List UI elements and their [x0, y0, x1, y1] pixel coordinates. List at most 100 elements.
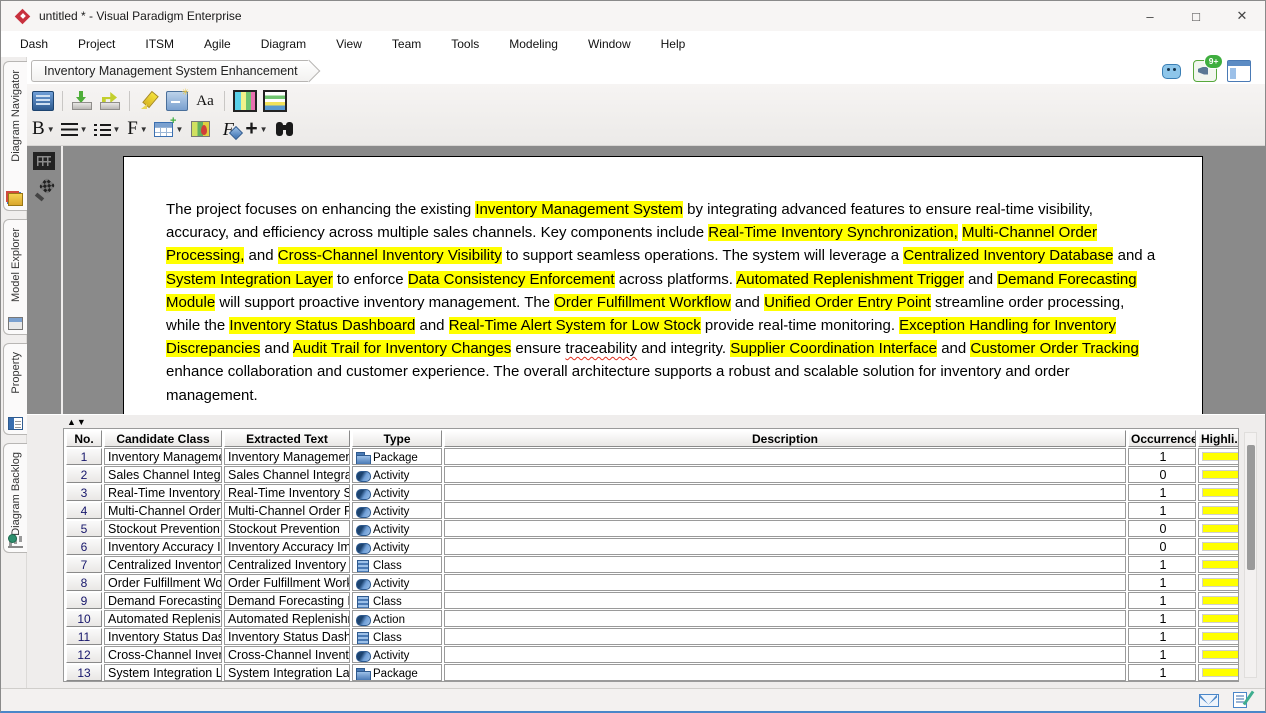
- add-candidate-button[interactable]: +▼: [243, 116, 269, 142]
- menu-item-dash[interactable]: Dash: [5, 33, 63, 55]
- highlight-color-button[interactable]: [187, 116, 213, 142]
- scrollbar-thumb[interactable]: [1247, 445, 1255, 570]
- occurrence-cell[interactable]: 1: [1128, 556, 1196, 573]
- bold-button[interactable]: B▼: [30, 116, 57, 142]
- candidate-class-cell[interactable]: System Integration Layer: [104, 664, 222, 681]
- table-row[interactable]: 2Sales Channel IntegrationSales Channel …: [66, 466, 1239, 483]
- table-row[interactable]: 8Order Fulfillment WorkflowOrder Fulfill…: [66, 574, 1239, 591]
- description-cell[interactable]: [444, 556, 1126, 573]
- table-row[interactable]: 13System Integration LayerSystem Integra…: [66, 664, 1239, 681]
- table-row[interactable]: 10Automated Replenishment TriggerAutomat…: [66, 610, 1239, 627]
- candidate-class-cell[interactable]: Order Fulfillment Workflow: [104, 574, 222, 591]
- row-number-cell[interactable]: 6: [66, 538, 102, 555]
- clear-highlight-button[interactable]: [164, 88, 190, 114]
- occurrence-cell[interactable]: 1: [1128, 502, 1196, 519]
- column-header[interactable]: Type: [352, 430, 442, 447]
- column-header[interactable]: Occurrence: [1128, 430, 1196, 447]
- menu-item-itsm[interactable]: ITSM: [130, 33, 189, 55]
- type-cell[interactable]: Activity: [352, 484, 442, 501]
- occurrence-cell[interactable]: 1: [1128, 628, 1196, 645]
- import-button[interactable]: [69, 88, 95, 114]
- description-cell[interactable]: [444, 574, 1126, 591]
- table-row[interactable]: 3Real-Time Inventory SynchronizationReal…: [66, 484, 1239, 501]
- row-number-cell[interactable]: 9: [66, 592, 102, 609]
- highlight-color-cell[interactable]: [1198, 520, 1239, 537]
- type-cell[interactable]: Class: [352, 592, 442, 609]
- type-cell[interactable]: Activity: [352, 520, 442, 537]
- vertical-scrollbar[interactable]: [1244, 432, 1257, 678]
- announcements-icon[interactable]: 9+: [1193, 60, 1217, 82]
- highlighter-stamp-icon[interactable]: [34, 180, 54, 200]
- highlight-color-cell[interactable]: [1198, 646, 1239, 663]
- description-cell[interactable]: [444, 592, 1126, 609]
- candidate-class-cell[interactable]: Inventory Management System: [104, 448, 222, 465]
- highlight-color-cell[interactable]: [1198, 484, 1239, 501]
- layout-panel-icon[interactable]: [1227, 60, 1251, 82]
- candidate-class-cell[interactable]: Demand Forecasting Module: [104, 592, 222, 609]
- find-button[interactable]: [272, 116, 298, 142]
- candidate-class-cell[interactable]: Centralized Inventory Database: [104, 556, 222, 573]
- extracted-text-cell[interactable]: Real-Time Inventory Synchronization: [224, 484, 350, 501]
- menu-item-help[interactable]: Help: [646, 33, 701, 55]
- table-row[interactable]: 6Inventory Accuracy ImprovementInventory…: [66, 538, 1239, 555]
- highlight-color-cell[interactable]: [1198, 610, 1239, 627]
- splitter-arrows-icon[interactable]: ▲▼: [67, 417, 87, 427]
- font-button[interactable]: F▼: [124, 116, 150, 142]
- extracted-text-cell[interactable]: Centralized Inventory Database: [224, 556, 350, 573]
- extracted-text-cell[interactable]: Inventory Accuracy Improvement: [224, 538, 350, 555]
- description-cell[interactable]: [444, 538, 1126, 555]
- row-number-cell[interactable]: 2: [66, 466, 102, 483]
- occurrence-cell[interactable]: 0: [1128, 466, 1196, 483]
- candidate-class-cell[interactable]: Cross-Channel Inventory Visibility: [104, 646, 222, 663]
- extracted-text-cell[interactable]: Stockout Prevention: [224, 520, 350, 537]
- table-row[interactable]: 9Demand Forecasting ModuleDemand Forecas…: [66, 592, 1239, 609]
- column-header[interactable]: No.: [66, 430, 102, 447]
- candidate-class-cell[interactable]: Real-Time Inventory Synchronization: [104, 484, 222, 501]
- row-number-cell[interactable]: 10: [66, 610, 102, 627]
- row-number-cell[interactable]: 3: [66, 484, 102, 501]
- diagram-tab[interactable]: Inventory Management System Enhancement: [31, 60, 308, 82]
- description-cell[interactable]: [444, 484, 1126, 501]
- menu-item-diagram[interactable]: Diagram: [246, 33, 321, 55]
- extracted-text-cell[interactable]: Multi-Channel Order Processing: [224, 502, 350, 519]
- column-header[interactable]: Candidate Class: [104, 430, 222, 447]
- type-cell[interactable]: Activity: [352, 466, 442, 483]
- export-button[interactable]: [97, 88, 123, 114]
- occurrence-cell[interactable]: 1: [1128, 646, 1196, 663]
- type-cell[interactable]: Action: [352, 610, 442, 627]
- pane-splitter[interactable]: ▲▼: [27, 414, 1265, 428]
- edit-document-icon[interactable]: [1233, 692, 1247, 708]
- highlight-color-cell[interactable]: [1198, 628, 1239, 645]
- sidebar-tab-model-explorer[interactable]: Model Explorer: [3, 219, 27, 335]
- document-page[interactable]: The project focuses on enhancing the exi…: [123, 156, 1203, 414]
- column-header[interactable]: Highli...: [1198, 430, 1239, 447]
- row-number-cell[interactable]: 1: [66, 448, 102, 465]
- row-number-cell[interactable]: 8: [66, 574, 102, 591]
- row-number-cell[interactable]: 12: [66, 646, 102, 663]
- extracted-text-cell[interactable]: Cross-Channel Inventory Visibility: [224, 646, 350, 663]
- highlight-button[interactable]: [136, 88, 162, 114]
- highlight-color-cell[interactable]: [1198, 502, 1239, 519]
- minimize-button[interactable]: –: [1127, 1, 1173, 31]
- extracted-text-cell[interactable]: Demand Forecasting Module: [224, 592, 350, 609]
- candidate-class-cell[interactable]: Inventory Accuracy Improvement: [104, 538, 222, 555]
- generate-layout-button[interactable]: [261, 88, 289, 114]
- type-cell[interactable]: Package: [352, 664, 442, 681]
- highlight-color-cell[interactable]: [1198, 574, 1239, 591]
- description-cell[interactable]: [444, 664, 1126, 681]
- ai-assistant-icon[interactable]: [1159, 60, 1183, 82]
- candidate-class-cell[interactable]: Inventory Status Dashboard: [104, 628, 222, 645]
- type-cell[interactable]: Class: [352, 628, 442, 645]
- description-cell[interactable]: [444, 448, 1126, 465]
- occurrence-cell[interactable]: 1: [1128, 592, 1196, 609]
- occurrence-cell[interactable]: 0: [1128, 520, 1196, 537]
- row-number-cell[interactable]: 7: [66, 556, 102, 573]
- extracted-text-cell[interactable]: System Integration Layer: [224, 664, 350, 681]
- maximize-button[interactable]: □: [1173, 1, 1219, 31]
- description-cell[interactable]: [444, 466, 1126, 483]
- highlight-color-cell[interactable]: [1198, 556, 1239, 573]
- description-cell[interactable]: [444, 502, 1126, 519]
- type-cell[interactable]: Activity: [352, 502, 442, 519]
- message-icon[interactable]: [1199, 694, 1219, 707]
- row-number-cell[interactable]: 13: [66, 664, 102, 681]
